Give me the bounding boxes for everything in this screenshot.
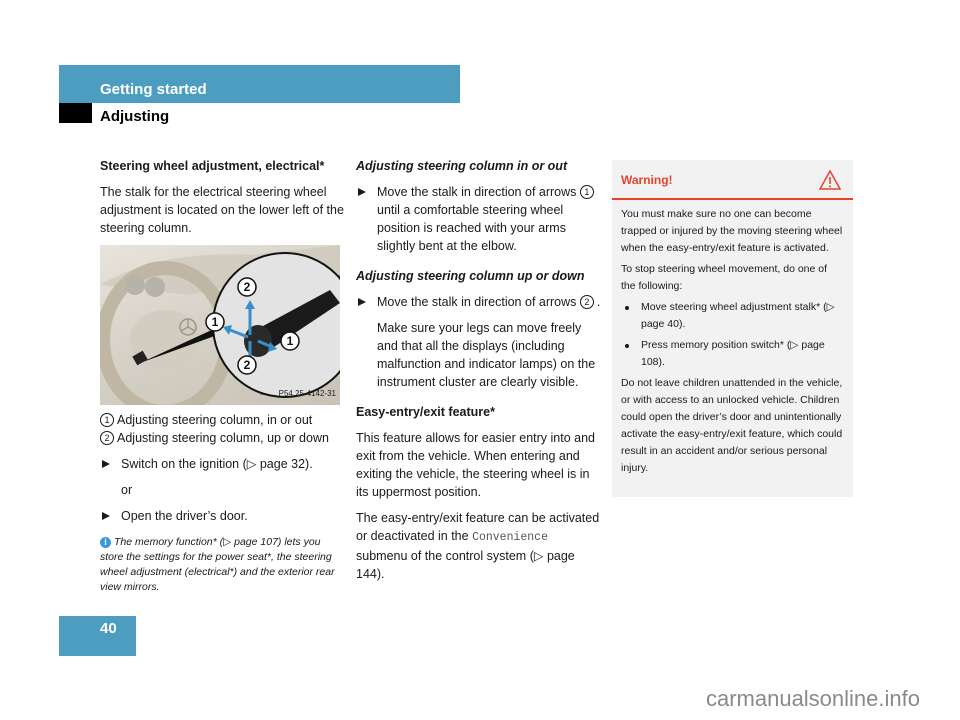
callout-1-left-label: 1 xyxy=(212,315,219,329)
bullet-arrow-icon xyxy=(358,188,366,196)
callout-number: 2 xyxy=(100,431,114,445)
column-1: Steering wheel adjustment, electrical* T… xyxy=(100,157,345,595)
heading-in-out: Adjusting steering column in or out xyxy=(356,159,568,173)
step-text: Move the stalk in direction of arrows xyxy=(377,295,577,309)
page-number-box xyxy=(59,616,136,656)
steering-stalk-figure: 2 1 1 2 P54.25-4142-31 xyxy=(100,245,340,405)
subsection-title: Adjusting xyxy=(100,108,170,125)
warning-triangle-icon xyxy=(818,169,842,195)
menu-name-convenience: Convenience xyxy=(472,531,548,544)
bullet-text: Move steering wheel adjustment stalk* (▷… xyxy=(641,301,835,330)
note-up-down: Make sure your legs can move freely and … xyxy=(377,321,596,389)
step-open-door: Open the driver’s door. xyxy=(100,507,345,525)
info-note: i The memory function* (▷ page 107) lets … xyxy=(100,535,345,595)
legend-item-2: 2 Adjusting steering column, up or down xyxy=(100,429,345,447)
bullet-arrow-icon xyxy=(102,460,110,468)
legend-item-1: 1 Adjusting steering column, in or out xyxy=(100,411,345,429)
step-up-down: Move the stalk in direction of arrows 2. xyxy=(356,293,601,311)
warning-header: Warning! xyxy=(612,160,853,200)
info-text: The memory function* (▷ page 107) lets y… xyxy=(100,536,335,593)
callout-number: 2 xyxy=(579,295,594,309)
step-text: Switch on the ignition (▷ page 32). xyxy=(121,457,313,471)
heading-easy-entry: Easy-entry/exit feature* xyxy=(356,405,495,419)
step-text: until a comfortable steering wheel posit… xyxy=(377,203,566,253)
callout-number: 1 xyxy=(100,413,114,427)
callout-2-bottom-label: 2 xyxy=(244,358,251,372)
warning-paragraph-3: Do not leave children unattended in the … xyxy=(621,377,843,474)
intro-text: The stalk for the electrical steering wh… xyxy=(100,185,344,235)
warning-box: Warning! You must make sure no one can b… xyxy=(612,160,853,497)
section-title: Getting started xyxy=(100,81,207,98)
legend-text: Adjusting steering column, in or out xyxy=(117,413,313,427)
easy-entry-paragraph-2: The easy-entry/exit feature can be activ… xyxy=(356,509,601,583)
watermark: carmanualsonline.info xyxy=(705,686,920,711)
warning-body: You must make sure no one can become tra… xyxy=(612,200,853,477)
figure-code: P54.25-4142-31 xyxy=(278,389,336,398)
callout-1-right-label: 1 xyxy=(287,334,294,348)
bullet-text: Press memory position switch* (▷ page 10… xyxy=(641,339,825,368)
callout-2-top-label: 2 xyxy=(244,280,251,294)
warning-title: Warning! xyxy=(621,173,673,187)
page-number: 40 xyxy=(100,620,117,637)
callout-number: 1 xyxy=(579,185,594,199)
easy-entry-paragraph-1: This feature allows for easier entry int… xyxy=(356,431,596,499)
heading-steering-wheel-adjustment: Steering wheel adjustment, electrical* xyxy=(100,159,325,173)
warning-paragraph-1: You must make sure no one can become tra… xyxy=(621,208,843,254)
paragraph-text: submenu of the control system (▷ page 14… xyxy=(356,549,575,581)
bullet-arrow-icon xyxy=(358,298,366,306)
bullet-arrow-icon xyxy=(102,512,110,520)
step-ignition: Switch on the ignition (▷ page 32). xyxy=(100,455,345,473)
bullet-dot-icon xyxy=(625,306,629,310)
legend-text: Adjusting steering column, up or down xyxy=(117,431,329,445)
warning-bullet-1: Move steering wheel adjustment stalk* (▷… xyxy=(621,299,844,333)
info-icon: i xyxy=(100,537,111,548)
bullet-dot-icon xyxy=(625,344,629,348)
heading-up-down: Adjusting steering column up or down xyxy=(356,269,585,283)
or-text: or xyxy=(121,483,133,497)
warning-paragraph-2: To stop steering wheel movement, do one … xyxy=(621,263,828,292)
steering-wheel-illustration: 2 1 1 2 xyxy=(100,245,340,405)
warning-bullet-2: Press memory position switch* (▷ page 10… xyxy=(621,337,844,371)
step-text: Open the driver’s door. xyxy=(121,509,248,523)
step-text: . xyxy=(596,295,601,309)
step-in-out: Move the stalk in direction of arrows 1u… xyxy=(356,183,601,255)
step-text: Move the stalk in direction of arrows xyxy=(377,185,577,199)
column-2: Adjusting steering column in or out Move… xyxy=(356,157,601,591)
subsection-marker xyxy=(59,103,92,123)
